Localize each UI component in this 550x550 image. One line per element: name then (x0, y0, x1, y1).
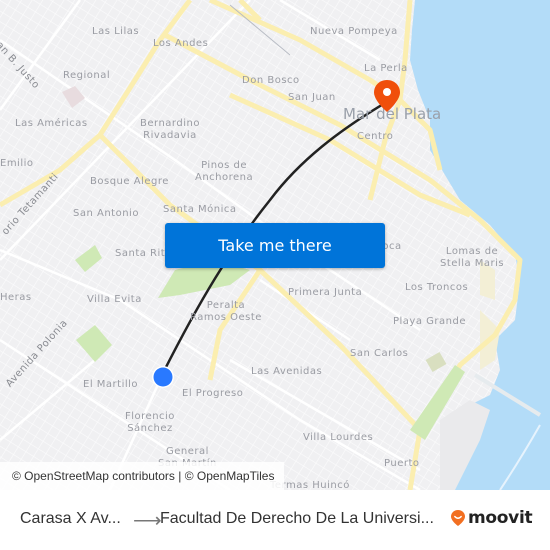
current-location-dot[interactable] (151, 365, 175, 389)
label-nueva-pompeya: Nueva Pompeya (310, 26, 398, 37)
moovit-pin-icon (451, 510, 465, 526)
moovit-wordmark: moovit (468, 508, 533, 528)
label-regional: Regional (63, 70, 111, 81)
label-don-bosco: Don Bosco (242, 75, 300, 86)
label-las-avenidas: Las Avenidas (251, 366, 323, 377)
label-villa-evita: Villa Evita (87, 294, 142, 305)
label-la-perla: La Perla (364, 63, 408, 74)
label-santa-rita: Santa Rita (115, 248, 172, 259)
label-villa-lourdes: Villa Lourdes (303, 432, 374, 443)
label-puerto: Puerto (384, 458, 420, 469)
label-centro: Centro (357, 131, 394, 142)
label-san-juan: San Juan (288, 92, 336, 103)
label-el-progreso: El Progreso (182, 388, 244, 399)
map-attribution[interactable]: © OpenStreetMap contributors | © OpenMap… (0, 462, 285, 490)
label-los-troncos: Los Troncos (405, 282, 469, 293)
label-bernardino-rivadavia: Bernardino Rivadavia (140, 118, 200, 141)
label-lomas-de-stella-maris: Lomas de Stella Maris (440, 246, 505, 269)
label-san-carlos: San Carlos (350, 348, 409, 359)
label-san-antonio: San Antonio (73, 208, 139, 219)
label-playa-grande: Playa Grande (393, 316, 466, 327)
label-florencio-sanchez: Florencio Sánchez (125, 411, 175, 434)
label-peralta-ramos-oeste: Peralta Ramos Oeste (190, 300, 262, 323)
map-view[interactable]: Las Lilas Los Andes Nueva Pompeya an B. … (0, 0, 550, 490)
label-bosque-alegre: Bosque Alegre (90, 176, 169, 187)
take-me-there-button[interactable]: Take me there (165, 223, 385, 268)
label-santa-monica: Santa Mónica (163, 204, 237, 215)
label-emilio: Emilio (0, 158, 34, 169)
label-las-americas: Las Américas (15, 118, 88, 129)
moovit-logo[interactable]: moovit (450, 508, 533, 528)
label-pinos-de-anchorena: Pinos de Anchorena (195, 160, 254, 183)
label-primera-junta: Primera Junta (288, 287, 363, 298)
label-los-andes: Los Andes (153, 38, 209, 49)
map-pin-icon[interactable] (373, 79, 401, 113)
origin-stop-name: Carasa X Av... (20, 510, 121, 527)
label-las-lilas: Las Lilas (92, 26, 140, 37)
destination-name: Facultad De Derecho De La Universi... (160, 510, 434, 527)
footer-bar: Carasa X Av... ⟶ Facultad De Derecho De … (0, 490, 550, 550)
label-el-martillo: El Martillo (83, 379, 139, 390)
arrow-right-icon: ⟶ (133, 510, 162, 532)
label-heras: Heras (0, 292, 32, 303)
